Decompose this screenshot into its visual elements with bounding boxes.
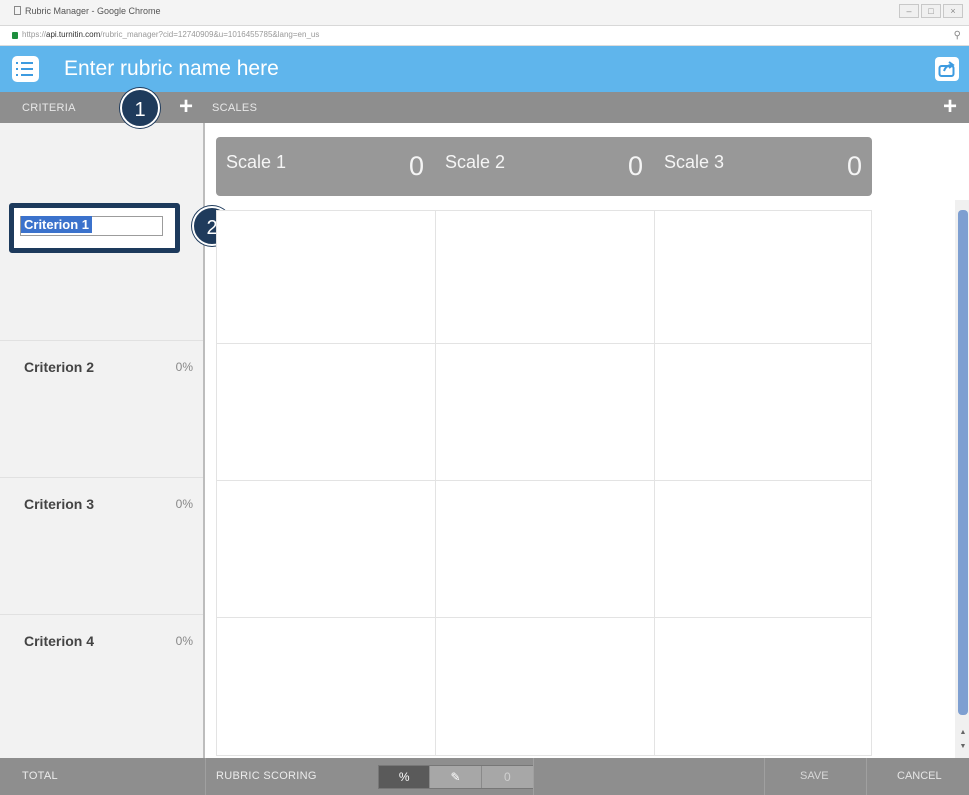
url-path: /rubric_manager?cid=12740909&u=101645578… [100, 30, 320, 39]
scrollbar-thumb[interactable] [958, 210, 968, 715]
scale-header: Scale 1 0 Scale 2 0 Scale 3 0 [216, 137, 872, 196]
criterion-label: Criterion 2 [24, 359, 95, 375]
criterion-row-4[interactable]: Criterion 4 0% [0, 615, 203, 760]
scales-heading: SCALES [212, 102, 258, 114]
scale-name: Scale 1 [226, 152, 287, 172]
grid-cell[interactable] [217, 481, 436, 618]
grid-cell[interactable] [655, 481, 872, 618]
criterion-row-2[interactable]: Criterion 2 0% [0, 341, 203, 478]
criterion-row-3[interactable]: Criterion 3 0% [0, 478, 203, 615]
minimize-button[interactable]: – [899, 4, 919, 18]
grid-cell[interactable] [436, 481, 655, 618]
criterion-1-highlight: Criterion 1 [9, 203, 180, 253]
rubric-name-input[interactable] [64, 54, 764, 84]
divider [866, 758, 867, 795]
rubric-grid [216, 210, 872, 756]
scale-1[interactable]: Scale 1 0 [216, 137, 434, 196]
grid-cell[interactable] [217, 618, 436, 755]
share-icon[interactable] [935, 57, 959, 81]
divider [764, 758, 765, 795]
grid-cell[interactable] [436, 344, 655, 481]
scoring-mode-toggle: % ✎ 0 [378, 765, 534, 789]
address-bar[interactable]: https://api.turnitin.com/rubric_manager?… [0, 26, 969, 46]
menu-icon[interactable] [12, 56, 39, 82]
maximize-button[interactable]: □ [921, 4, 941, 18]
criteria-heading: CRITERIA [22, 102, 76, 114]
grid-cell[interactable] [217, 344, 436, 481]
app-header [0, 46, 969, 92]
window-controls: – □ × [899, 4, 963, 18]
close-window-button[interactable]: × [943, 4, 963, 18]
grid-cell[interactable] [655, 618, 872, 755]
criterion-weight: 0% [175, 360, 193, 374]
total-label: TOTAL [22, 770, 58, 782]
browser-titlebar: Rubric Manager - Google Chrome – □ × [0, 0, 969, 26]
criterion-label: Criterion 3 [24, 496, 95, 512]
scale-name: Scale 2 [445, 152, 506, 172]
add-scale-button[interactable]: + [943, 95, 957, 119]
cancel-button[interactable]: CANCEL [897, 770, 942, 782]
scale-points: 0 [846, 151, 862, 181]
window-title: Rubric Manager - Google Chrome [14, 6, 161, 16]
scale-3[interactable]: Scale 3 0 [654, 137, 872, 196]
scale-name: Scale 3 [664, 152, 725, 172]
percent-scoring-button[interactable]: % [379, 766, 431, 788]
custom-scoring-button[interactable]: ✎ [430, 766, 482, 788]
scroll-up-arrow[interactable]: ▲ [958, 728, 968, 738]
window-title-text: Rubric Manager - Google Chrome [25, 6, 161, 16]
page-icon [14, 6, 21, 15]
lock-icon [12, 32, 18, 39]
criterion-1-name-input[interactable]: Criterion 1 [20, 216, 163, 236]
grid-cell[interactable] [655, 344, 872, 481]
scale-2[interactable]: Scale 2 0 [435, 137, 653, 196]
selected-text: Criterion 1 [21, 216, 93, 233]
divider [205, 758, 206, 795]
scroll-down-arrow[interactable]: ▼ [958, 742, 968, 752]
grid-cell[interactable] [436, 211, 655, 344]
grid-cell[interactable] [217, 211, 436, 344]
criterion-label: Criterion 4 [24, 633, 95, 649]
grid-cell[interactable] [436, 618, 655, 755]
search-icon[interactable]: ⚲ [954, 30, 961, 41]
rubric-scoring-label: RUBRIC SCORING [216, 770, 317, 782]
callout-marker-1: 1 [120, 88, 160, 128]
add-criterion-button[interactable]: + [179, 95, 193, 119]
no-scoring-button[interactable]: 0 [481, 766, 534, 788]
grid-cell[interactable] [655, 211, 872, 344]
footer-bar: TOTAL RUBRIC SCORING % ✎ 0 SAVE CANCEL [0, 758, 969, 795]
save-button[interactable]: SAVE [800, 770, 829, 782]
criterion-weight: 0% [175, 634, 193, 648]
scale-points: 0 [627, 151, 643, 181]
divider [533, 758, 534, 795]
url-host: api.turnitin.com [46, 30, 101, 39]
criterion-weight: 0% [175, 497, 193, 511]
scale-points: 0 [408, 151, 424, 181]
url-text[interactable]: https://api.turnitin.com/rubric_manager?… [22, 30, 319, 39]
